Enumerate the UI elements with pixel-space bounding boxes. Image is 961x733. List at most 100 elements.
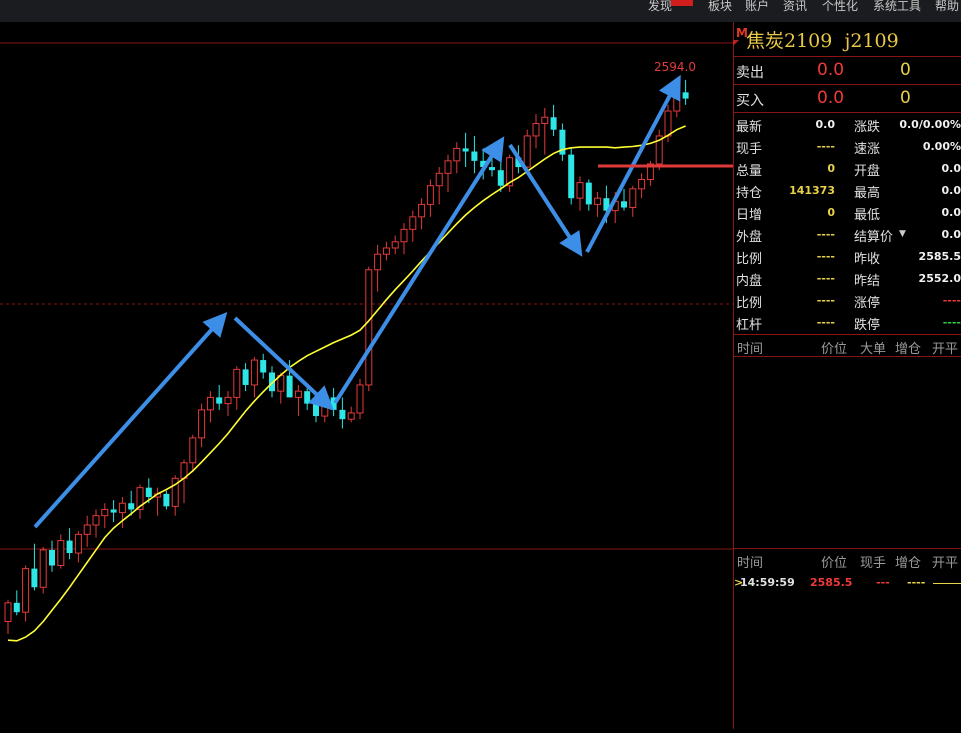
candle-body bbox=[49, 550, 55, 566]
candle bbox=[436, 167, 442, 204]
candle-body bbox=[199, 410, 205, 438]
candle-body bbox=[533, 123, 539, 135]
quote-label-right: 涨停 bbox=[854, 292, 880, 311]
candle-body bbox=[542, 117, 548, 123]
divider bbox=[733, 334, 961, 335]
candle bbox=[639, 173, 645, 198]
candle bbox=[295, 385, 301, 416]
trend-arrow-up-2 bbox=[335, 143, 500, 403]
quote-value: 0 bbox=[827, 162, 835, 175]
candle-body bbox=[348, 413, 354, 419]
candle-body bbox=[287, 376, 293, 398]
candle bbox=[84, 516, 90, 547]
candle-body bbox=[58, 541, 64, 566]
candle bbox=[58, 534, 64, 568]
quote-label-right: 速涨 bbox=[854, 138, 880, 157]
candle bbox=[419, 198, 425, 229]
candle bbox=[383, 242, 389, 261]
buy-price: 0.0 bbox=[817, 88, 844, 108]
candle-body bbox=[357, 385, 363, 413]
candle-body bbox=[128, 503, 134, 509]
candle bbox=[427, 180, 433, 217]
quote-label-right: 结算价 bbox=[854, 226, 893, 245]
divider bbox=[733, 548, 961, 549]
menu-personalize[interactable]: 个性化 bbox=[822, 0, 858, 14]
quote-value: 0.0 bbox=[816, 118, 836, 131]
quote-label: 外盘 bbox=[736, 226, 762, 245]
candle-body bbox=[40, 550, 46, 587]
trades-header-time: 时间 bbox=[737, 552, 763, 571]
candle bbox=[102, 503, 108, 528]
candle-body bbox=[410, 217, 416, 229]
candle bbox=[366, 267, 372, 392]
quote-value: ---- bbox=[817, 140, 835, 153]
menu-help[interactable]: 帮助 bbox=[935, 0, 959, 14]
buy-label: 买入 bbox=[736, 90, 764, 110]
trade-oi: ---- bbox=[907, 576, 925, 589]
menu-system-tools[interactable]: 系统工具 bbox=[873, 0, 921, 14]
candle-body bbox=[163, 494, 169, 506]
quote-value: 0 bbox=[827, 206, 835, 219]
candle-body bbox=[14, 603, 20, 612]
candle bbox=[31, 544, 37, 591]
divider bbox=[733, 56, 961, 57]
candle-body bbox=[295, 391, 301, 397]
quote-label-right: 昨收 bbox=[854, 248, 880, 267]
menu-discover[interactable]: 发现 bbox=[648, 0, 672, 14]
quote-value-right: 2585.5 bbox=[919, 250, 961, 263]
candle bbox=[586, 180, 592, 211]
candle-body bbox=[683, 92, 689, 98]
menu-sector[interactable]: 板块 bbox=[708, 0, 732, 14]
quote-label-right: 涨跌 bbox=[854, 116, 880, 135]
buy-volume: 0 bbox=[900, 88, 911, 108]
candle bbox=[207, 391, 213, 422]
candle bbox=[551, 105, 557, 136]
candle-body bbox=[595, 198, 601, 204]
candle bbox=[392, 236, 398, 255]
trend-arrow-down-2 bbox=[510, 145, 578, 250]
quote-label: 持仓 bbox=[736, 182, 762, 201]
candle bbox=[568, 148, 574, 204]
candle bbox=[172, 475, 178, 515]
settlement-dropdown-icon[interactable]: ▼ bbox=[899, 229, 906, 239]
candle bbox=[463, 133, 469, 167]
candle bbox=[621, 189, 627, 211]
candle-body bbox=[260, 360, 266, 372]
candle-body bbox=[31, 569, 37, 588]
candle bbox=[401, 223, 407, 254]
candle-body bbox=[207, 397, 213, 409]
contract-title: 焦炭2109 j2109 bbox=[746, 26, 899, 53]
candle bbox=[357, 379, 363, 419]
candle-body bbox=[621, 201, 627, 207]
candle-body bbox=[304, 391, 310, 403]
candle bbox=[454, 142, 460, 173]
trade-open-dash bbox=[933, 583, 961, 584]
candle-body bbox=[225, 397, 231, 403]
candle bbox=[322, 391, 328, 422]
trades-header-oi: 增仓 bbox=[895, 552, 921, 571]
kline-chart[interactable]: 2594.0 bbox=[0, 22, 733, 729]
candle-body bbox=[471, 151, 477, 160]
trade-time: 14:59:59 bbox=[740, 576, 795, 589]
candle-body bbox=[445, 161, 451, 173]
candle-body bbox=[5, 603, 11, 622]
trend-arrow-down-1 bbox=[235, 318, 328, 405]
quote-value-right: 0.0 bbox=[942, 162, 961, 175]
candle bbox=[49, 541, 55, 572]
candle-body bbox=[401, 229, 407, 241]
candle bbox=[111, 500, 117, 522]
trades-header-open: 开平 bbox=[932, 552, 958, 571]
menu-account[interactable]: 账户 bbox=[745, 0, 769, 14]
trades-header-price: 价位 bbox=[821, 552, 847, 571]
candle bbox=[375, 245, 381, 292]
candle bbox=[471, 136, 477, 173]
candle bbox=[410, 211, 416, 242]
sell-price: 0.0 bbox=[817, 60, 844, 80]
ticks-header-open: 开平 bbox=[932, 338, 958, 357]
candle-body bbox=[630, 189, 636, 208]
menu-info[interactable]: 资讯 bbox=[783, 0, 807, 14]
quote-value-right: 2552.0 bbox=[919, 272, 961, 285]
candle bbox=[630, 186, 636, 217]
candle-body bbox=[489, 167, 495, 170]
candle-body bbox=[577, 183, 583, 199]
